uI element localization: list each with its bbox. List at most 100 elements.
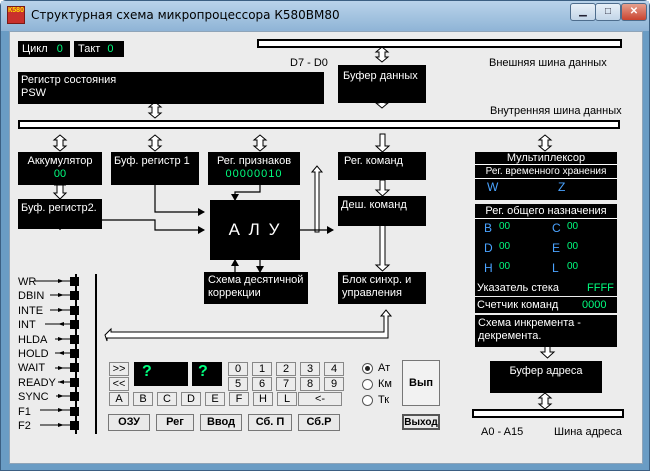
title-bar[interactable]: К580 Структурная схема микропроцессора К… [1,1,649,31]
signal-inte-label: INTE [18,304,44,317]
digit-9-button[interactable]: 9 [324,377,344,391]
letter-c-button[interactable]: C [157,392,177,406]
decimal-correction-line1: Схема десятичной [208,274,304,286]
letter-f-button[interactable]: F [229,392,249,406]
ram-button[interactable]: ОЗУ [108,414,150,431]
register-e-name: E [552,241,561,255]
incrementer-line2: декремента. [478,330,542,342]
exit-button[interactable]: Выход [402,414,440,430]
maximize-icon: □ [604,6,612,17]
d7-d0-label: D7 - D0 [290,57,328,69]
cycle-label: Цикл [22,43,48,55]
reset-r-button[interactable]: Сб.Р [298,414,340,431]
close-button[interactable]: ✕ [621,3,647,21]
digit-6-button[interactable]: 6 [252,377,272,391]
status-register-psw: Регистр состояния PSW [18,72,324,104]
register-d-name: D [484,241,493,255]
signal-wr-indicator [70,277,79,286]
digit-2-button[interactable]: 2 [276,362,296,376]
decimal-correction: Схема десятичной коррекции [204,272,308,304]
radio-button-icon [362,395,373,406]
buffer-register-2: Буф. регистр2. [18,199,102,229]
letter-e-button[interactable]: E [205,392,225,406]
maximize-button[interactable]: □ [595,3,621,21]
signal-f1-indicator [70,406,79,416]
buffer-register-1: Буф. регистр 1 [111,152,199,185]
incrementer-block: Схема инкремента - декремента. [475,315,617,347]
signal-bus [75,274,97,434]
minimize-icon: ▁ [579,6,587,17]
stack-pointer-value: FFFF [587,282,614,294]
internal-data-bus [18,120,620,129]
signal-hlda-indicator [70,334,79,344]
external-bus-label: Внешняя шина данных [489,57,607,69]
nav-forward-button[interactable]: >> [109,362,129,376]
flags-register-value: 00000010 [225,168,283,180]
digit-1-button[interactable]: 1 [252,362,272,376]
letter-a-button[interactable]: A [109,392,129,406]
multiplexer-panel: Мультиплексор Рег. временного хранения W… [475,152,617,200]
signal-hlda-label: HLDA [18,333,48,346]
register-z: Z [558,180,566,194]
letter-h-button[interactable]: H [253,392,273,406]
app-window: К580 Структурная схема микропроцессора К… [0,0,650,471]
register-h-value: 00 [499,261,511,272]
register-e-value: 00 [567,241,579,252]
digit-5-button[interactable]: 5 [228,377,248,391]
input-button[interactable]: Ввод [200,414,242,431]
radio-button-icon [362,363,373,374]
radio-button-icon [362,379,373,390]
address-range-label: A0 - A15 [481,426,524,438]
signal-hold-label: HOLD [18,348,49,360]
temp-registers-title: Рег. временного хранения [475,165,617,179]
digit-8-button[interactable]: 8 [300,377,320,391]
signal-sync-label: SYNC [18,391,49,404]
radio-label: Тк [378,394,390,406]
buffer-register-1-label: Буф. регистр 1 [114,155,190,167]
nav-back-button[interactable]: << [109,377,129,391]
temp-registers-row: W Z [475,179,617,197]
stack-pointer: Указатель стека FFFF [475,280,617,296]
signal-hold-indicator [70,349,79,358]
signal-inte-indicator [70,305,79,315]
diagram-area: Цикл 0 Такт 0 D7 - D0 Внешняя шина данны… [9,31,643,464]
digit-3-button[interactable]: 3 [300,362,320,376]
tact-label: Такт [78,43,101,55]
general-registers-title: Рег. общего назначения [475,204,617,219]
letter-b-button[interactable]: B [133,392,153,406]
flags-register-label: Рег. признаков [216,155,292,167]
signal-int-indicator [70,320,79,330]
buffer-register-2-label: Буф. регистр2. [21,202,97,214]
reset-p-button[interactable]: Сб. П [248,414,292,431]
sync-control-line2: управления [342,287,402,299]
digit-4-button[interactable]: 4 [324,362,344,376]
signal-wait-indicator [70,363,79,373]
signal-int-label: INT [18,319,36,332]
digit-7-button[interactable]: 7 [276,377,296,391]
signal-ready-label: READY [18,376,56,389]
digit-0-button[interactable]: 0 [228,362,248,376]
signal-f2-label: F2 [18,420,31,432]
letter-l-button[interactable]: L [277,392,297,406]
accumulator-label: Аккумулятор [27,155,93,167]
sync-control-block: Блок синхр. и управления [338,272,426,304]
register-c-name: C [552,221,561,235]
run-button[interactable]: Вып [402,360,440,406]
register-w: W [487,180,499,194]
backspace-button[interactable]: <- [298,392,342,406]
reg-button[interactable]: Рег [156,414,194,431]
status-register-psw-label: PSW [21,87,47,99]
minimize-button[interactable]: ▁ [570,3,596,21]
signal-wr-label: WR [18,276,37,288]
window-title: Структурная схема микропроцессора К580ВМ… [31,8,340,22]
register-l-value: 00 [567,261,579,272]
signal-ready-indicator [70,377,79,387]
letter-d-button[interactable]: D [181,392,201,406]
tact-counter: Такт 0 [74,41,124,57]
register-l-name: L [552,261,559,275]
command-decoder-label: Деш. команд [341,199,407,211]
signal-f1-label: F1 [18,405,31,418]
app-icon: К580 [7,6,25,24]
register-b-name: B [484,221,493,235]
register-h-name: H [484,261,493,275]
